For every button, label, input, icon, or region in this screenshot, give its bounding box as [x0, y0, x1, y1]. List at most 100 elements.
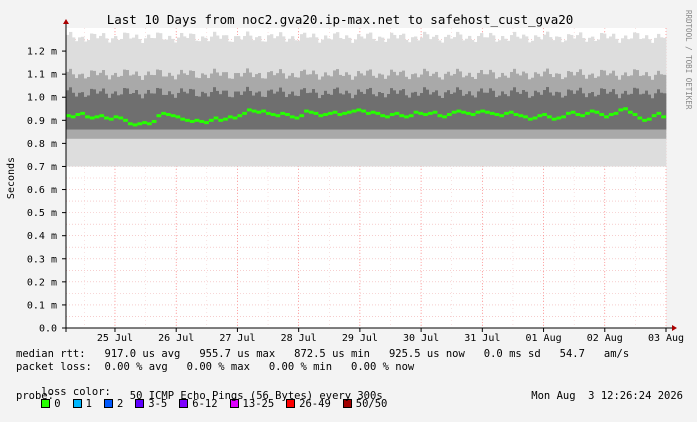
smoke-inner — [501, 91, 505, 130]
median-point — [613, 111, 619, 115]
median-point — [485, 110, 490, 114]
x-tick-label: 25 Jul — [97, 333, 133, 344]
median-point — [146, 122, 152, 126]
median-point — [342, 111, 347, 115]
y-tick-label: 0.2 m — [27, 277, 57, 288]
smoke-inner — [651, 98, 655, 130]
median-point — [137, 122, 143, 126]
smokeping-graph: Last 10 Days from noc2.gva20.ip-max.net … — [0, 0, 697, 410]
smoke-inner — [660, 92, 664, 130]
median-point — [170, 114, 176, 118]
median-point — [504, 111, 509, 115]
smoke-inner — [333, 88, 337, 130]
y-tick-label: 1.2 m — [27, 47, 57, 58]
smoke-inner — [642, 93, 646, 130]
smoke-inner — [654, 93, 658, 130]
smoke-inner — [243, 91, 247, 130]
smoke-inner — [114, 91, 118, 130]
median-point — [570, 110, 576, 114]
smoke-inner — [600, 88, 604, 130]
median-point — [151, 119, 157, 123]
median-point — [656, 111, 662, 115]
smoke-inner — [339, 93, 343, 130]
median-point — [180, 117, 186, 121]
smoke-inner — [216, 90, 220, 130]
smoke-inner — [393, 90, 397, 130]
median-point — [456, 109, 462, 113]
x-tick-label: 30 Jul — [403, 333, 439, 344]
median-point — [127, 122, 133, 126]
smoke-inner — [648, 94, 652, 130]
median-point — [85, 115, 90, 119]
median-point — [308, 110, 314, 114]
median-point — [604, 115, 609, 119]
median-point — [646, 117, 652, 121]
smoke-inner — [117, 95, 121, 130]
smoke-inner — [291, 91, 295, 130]
x-tick-label: 28 Jul — [281, 333, 317, 344]
smoke-inner — [534, 90, 538, 130]
y-tick-label: 0.3 m — [27, 254, 57, 265]
median-point — [575, 113, 581, 117]
probe-info: probe: 50 ICMP Echo Pings (56 Bytes) eve… — [16, 390, 383, 402]
smoke-inner — [213, 87, 217, 130]
loss-color-legend: loss color: 0 1 2 3-5 6-12 13-25 26-49 50/50 — [16, 374, 399, 410]
median-point — [599, 113, 605, 117]
smoke-inner — [558, 92, 562, 130]
smoke-inner — [258, 91, 262, 130]
graph-timestamp: Mon Aug 3 12:26:24 2026 — [531, 390, 683, 402]
smoke-inner — [618, 98, 622, 130]
smoke-inner — [435, 90, 439, 130]
smoke-inner — [174, 97, 178, 130]
median-point — [518, 114, 524, 118]
smoke-inner — [78, 92, 82, 130]
smoke-inner — [300, 89, 304, 130]
median-point — [527, 117, 533, 121]
smoke-inner — [210, 92, 214, 130]
smoke-inner — [621, 93, 625, 130]
smoke-inner — [159, 88, 163, 130]
smoke-inner — [543, 90, 547, 130]
smoke-inner — [327, 93, 331, 130]
smoke-inner — [99, 91, 103, 130]
median-point — [532, 116, 538, 120]
smoke-inner — [477, 91, 481, 130]
smoke-inner — [408, 97, 412, 130]
y-axis-label: Seconds — [6, 157, 17, 199]
smoke-inner — [390, 88, 394, 130]
smoke-inner — [504, 94, 508, 130]
smoke-inner — [402, 89, 406, 130]
smoke-inner — [570, 90, 574, 130]
median-point — [218, 118, 224, 122]
smoke-inner — [222, 90, 226, 130]
smoke-inner — [303, 88, 307, 130]
smoke-inner — [399, 90, 403, 130]
smoke-inner — [396, 93, 400, 130]
smoke-inner — [315, 92, 319, 130]
y-axis-arrow — [63, 19, 69, 24]
smoke-inner — [468, 91, 472, 130]
median-point — [608, 113, 614, 117]
y-tick-label: 0.5 m — [27, 208, 57, 219]
smoke-inner — [102, 88, 106, 130]
smoke-inner — [144, 93, 148, 130]
median-point — [489, 111, 495, 115]
y-tick-label: 1.1 m — [27, 70, 57, 81]
y-tick-label: 0.8 m — [27, 139, 57, 150]
x-tick-label: 01 Aug — [525, 333, 561, 344]
smoke-inner — [555, 91, 559, 130]
smoke-inner — [108, 97, 112, 130]
median-point — [385, 115, 390, 119]
smoke-inner — [180, 88, 184, 130]
median-point — [70, 115, 76, 119]
smoke-inner — [519, 93, 523, 130]
median-point — [204, 121, 209, 125]
y-tick-label: 0.1 m — [27, 300, 57, 311]
median-point — [142, 121, 147, 125]
x-tick-label: 03 Aug — [648, 333, 684, 344]
smoke-inner — [441, 98, 445, 130]
median-point — [413, 110, 419, 114]
median-point — [280, 111, 286, 115]
latency-chart: Last 10 Days from noc2.gva20.ip-max.net … — [6, 10, 693, 344]
smoke-inner — [231, 97, 235, 130]
